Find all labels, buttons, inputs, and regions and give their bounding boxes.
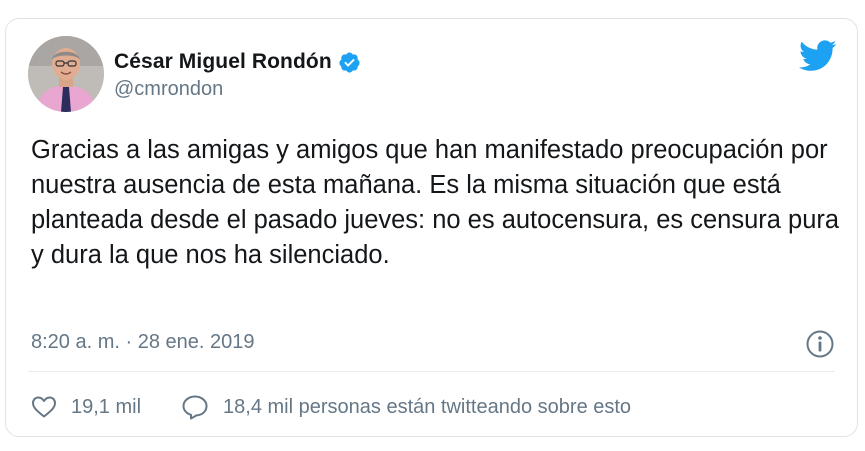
tweet-timestamp[interactable]: 8:20 a. m. · 28 ene. 2019 bbox=[31, 331, 255, 354]
twitter-bird-icon[interactable] bbox=[799, 40, 837, 72]
speech-bubble-icon bbox=[182, 395, 208, 420]
divider bbox=[28, 371, 835, 372]
info-icon[interactable] bbox=[805, 329, 835, 359]
author-name[interactable]: César Miguel Rondón bbox=[114, 50, 332, 74]
author-handle[interactable]: @cmrondon bbox=[114, 78, 223, 101]
heart-icon bbox=[32, 396, 56, 418]
verified-badge-icon bbox=[338, 51, 361, 74]
embedded-tweet-card[interactable]: César Miguel Rondón @cmrondon Gracias a … bbox=[5, 18, 858, 437]
avatar-photo bbox=[28, 36, 104, 112]
like-button[interactable]: 19,1 mil bbox=[31, 395, 141, 419]
tweet-actions: 19,1 mil 18,4 mil personas están twittea… bbox=[31, 392, 631, 422]
author-name-row: César Miguel Rondón bbox=[114, 47, 361, 77]
conversation-count: 18,4 mil personas están twitteando sobre… bbox=[223, 395, 632, 418]
like-count: 19,1 mil bbox=[71, 395, 142, 418]
author-avatar[interactable] bbox=[28, 36, 104, 112]
tweet-text: Gracias a las amigas y amigos que han ma… bbox=[31, 136, 840, 269]
conversation-link[interactable]: 18,4 mil personas están twitteando sobre… bbox=[181, 394, 631, 420]
